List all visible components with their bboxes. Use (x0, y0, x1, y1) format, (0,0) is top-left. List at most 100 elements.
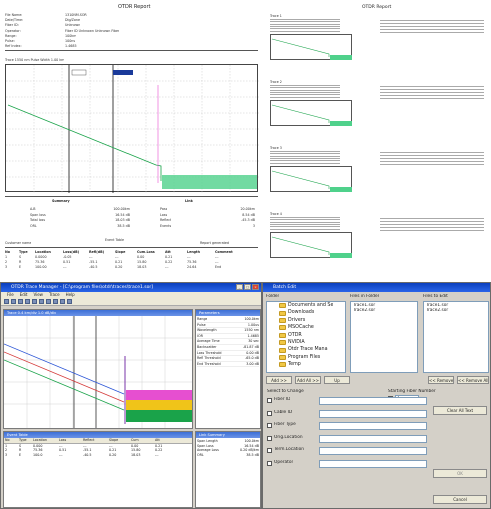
mini-text-line (270, 219, 340, 220)
add-all-button[interactable]: Add All >> (295, 376, 321, 384)
param-key: Pulse (197, 322, 206, 327)
folder-tree-item[interactable]: Downloads (279, 309, 345, 316)
report-event-cell: --- (165, 265, 169, 269)
print-icon[interactable] (18, 299, 23, 304)
event-col-header[interactable]: Att (154, 438, 176, 443)
field-checkbox[interactable] (267, 398, 272, 403)
folder-tree-item[interactable]: NVIDIA (279, 339, 345, 346)
open-icon[interactable] (4, 299, 9, 304)
folder-tree-item[interactable]: Otdr Trace Mana (279, 346, 345, 353)
field-input[interactable] (319, 409, 427, 418)
mini-text-line (270, 89, 340, 91)
folder-tree-item[interactable]: Temp (279, 361, 345, 368)
folder-name: OTDR (288, 332, 302, 338)
trace-pane: Trace 0.4 km/div 1.0 dB/div (3, 309, 193, 429)
files-to-edit-list[interactable]: Trace1.sor Trace2.sor (423, 301, 489, 373)
file-item[interactable]: Trace2.sor (353, 308, 415, 313)
folder-tree-item[interactable]: Drivers (279, 317, 345, 324)
edit-file-item[interactable]: Trace2.sor (426, 308, 486, 313)
mini-text-line (270, 91, 340, 93)
folder-tree-item[interactable]: MSOCache (279, 324, 345, 331)
field-input[interactable] (319, 434, 427, 443)
event-col-header[interactable]: Loss (58, 438, 82, 443)
settings-icon[interactable] (60, 299, 65, 304)
link-row: ORL 38.5 dB (197, 453, 259, 458)
field-input[interactable] (319, 447, 427, 455)
report-trace-line (7, 104, 162, 181)
folder-icon (279, 303, 286, 309)
field-input[interactable] (319, 459, 427, 468)
summary-right: Pass 20.00km Loss 8.54 dB Reflect -45.3 dB Eve… (160, 207, 255, 229)
event-cell: 100.0 (33, 452, 43, 457)
trace-header: Trace 1550 nm Pulse Width 1.00 km (5, 58, 65, 62)
cancel-button[interactable]: Cancel (433, 495, 487, 504)
files-in-folder-list[interactable]: Trace1.sor Trace2.sor (350, 301, 418, 373)
report-event-cell: 100.00 (35, 265, 47, 269)
clear-all-text-button[interactable]: Clear All Text (433, 406, 487, 415)
zoom-in-icon[interactable] (25, 299, 30, 304)
remove-button[interactable]: << Remove (428, 376, 454, 384)
mini-table-line (380, 155, 484, 156)
mini-report-panel: Trace 3 (270, 146, 485, 208)
folder-tree-item[interactable]: OTDR (279, 332, 345, 339)
app-titlebar[interactable]: OTDR Trace Manager - [C:\program files\o… (1, 283, 261, 292)
field-checkbox[interactable] (267, 423, 272, 428)
ok-button[interactable]: OK (433, 469, 487, 478)
report-event-cell: --- (63, 265, 67, 269)
mini-table-line (380, 92, 484, 93)
mini-table-line (380, 161, 484, 162)
event-col-header[interactable]: Slope (108, 438, 130, 443)
folder-tree-item[interactable]: Documents and Se (279, 302, 345, 309)
menu-item[interactable]: Edit (20, 292, 28, 297)
mini-text-line (270, 30, 340, 31)
minimize-icon[interactable]: _ (236, 284, 243, 290)
mini-report-label: Trace 1 (270, 14, 282, 18)
event-list-row[interactable]: 3 E 100.0 --- -40.5 0.20 18.03 --- (4, 453, 192, 458)
mini-text-line (270, 155, 340, 157)
event-col-header[interactable]: Location (32, 438, 58, 443)
field-checkbox[interactable] (267, 460, 272, 466)
event-cell: -40.5 (83, 452, 92, 457)
field-checkbox[interactable] (267, 410, 272, 416)
field-label: Orig.Location (274, 434, 303, 440)
menu-item[interactable]: Help (66, 292, 75, 297)
event-cell: E (19, 452, 22, 457)
mini-table-line (380, 230, 484, 231)
report-event-table: No Type Location Loss(dB) Refl(dB) Slope Cum.L… (5, 250, 258, 270)
zoom-out-icon[interactable] (32, 299, 37, 304)
field-input[interactable] (319, 397, 427, 405)
report-icon[interactable] (53, 299, 58, 304)
up-button[interactable]: Up (324, 376, 350, 384)
mini-table-line (380, 221, 484, 222)
event-col-header[interactable]: Cum (130, 438, 154, 443)
maximize-icon[interactable]: □ (244, 284, 251, 290)
cursor-icon[interactable] (39, 299, 44, 304)
folder-tree[interactable]: Documents and Se Downloads Drivers MSOCache… (266, 301, 346, 373)
link-key: ORL (197, 452, 204, 457)
mini-table-line (380, 86, 484, 87)
remove-all-button[interactable]: << Remove All (457, 376, 489, 384)
folder-tree-item[interactable]: Program Files (279, 354, 345, 361)
app-trace-svg[interactable] (4, 316, 192, 428)
trace-noise-green (126, 410, 192, 422)
mini-report-panel: Trace 1 (270, 14, 485, 76)
report-event-cell: -40.5 (89, 265, 98, 269)
field-label: Fiber ID (274, 397, 291, 402)
menu-item[interactable]: File (7, 292, 14, 297)
mini-report-panel: Trace 4 (270, 212, 485, 274)
help-icon[interactable] (67, 299, 72, 304)
event-col-header[interactable]: Type (18, 438, 32, 443)
menu-item[interactable]: View (33, 292, 43, 297)
event-col-header[interactable]: Reflect (82, 438, 108, 443)
menu-item[interactable]: Trace (49, 292, 60, 297)
close-icon[interactable]: × (252, 284, 259, 290)
field-checkbox[interactable] (267, 435, 272, 441)
folder-icon (279, 318, 286, 324)
dialog-titlebar[interactable]: Batch Edit (263, 283, 490, 292)
save-icon[interactable] (11, 299, 16, 304)
event-icon[interactable] (46, 299, 51, 304)
field-checkbox[interactable] (267, 448, 272, 453)
add-button[interactable]: Add >> (266, 376, 292, 384)
event-col-header[interactable]: No (4, 438, 18, 443)
field-input[interactable] (319, 422, 427, 430)
